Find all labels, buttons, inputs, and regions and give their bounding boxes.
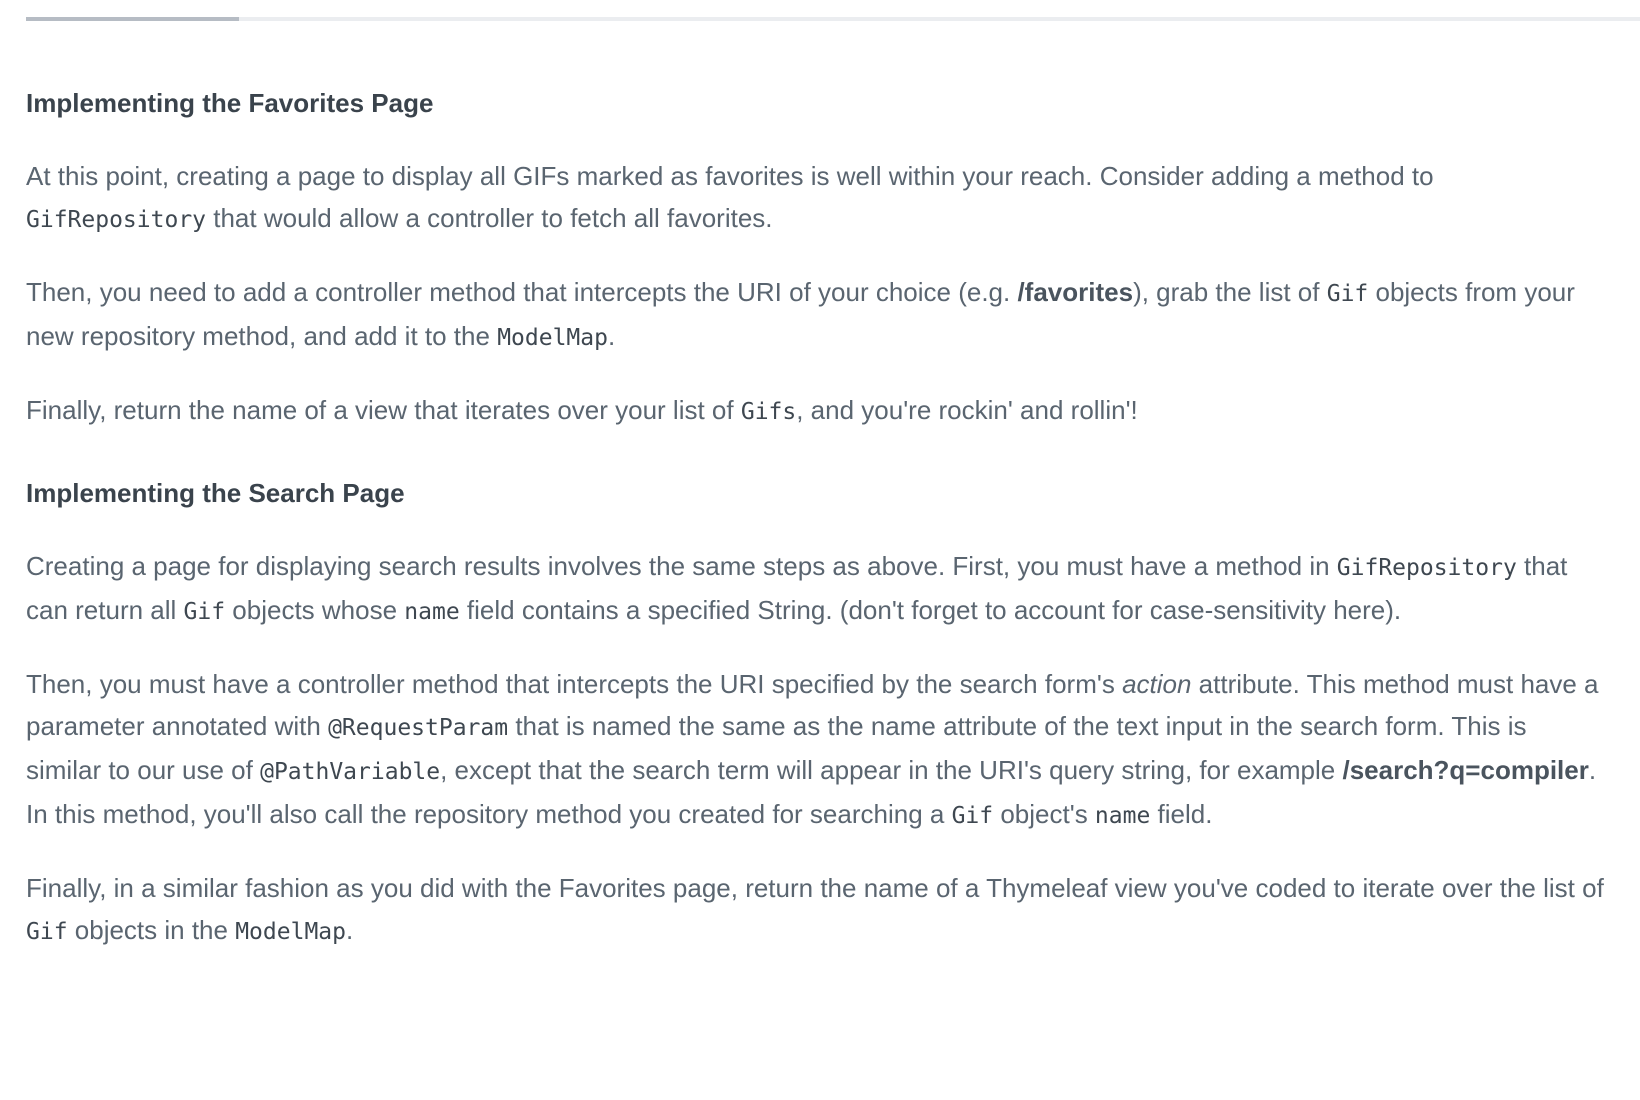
text: field contains a specified String. (don'… xyxy=(459,595,1402,625)
favorites-paragraph-2: Then, you need to add a controller metho… xyxy=(26,271,1606,359)
code-gifs: Gifs xyxy=(740,399,797,425)
text: Creating a page for displaying search re… xyxy=(26,551,1337,581)
section-heading-search: Implementing the Search Page xyxy=(26,478,405,508)
code-modelmap: ModelMap xyxy=(235,919,346,945)
favorites-paragraph-1: At this point, creating a page to displa… xyxy=(26,155,1606,241)
emphasis-action: action xyxy=(1122,669,1192,699)
code-gifrepository: GifRepository xyxy=(1336,555,1517,581)
code-name: name xyxy=(1094,803,1151,829)
code-gif: Gif xyxy=(183,599,226,625)
code-name: name xyxy=(404,599,460,625)
code-gif: Gif xyxy=(951,803,994,829)
code-gifrepository: GifRepository xyxy=(26,207,207,233)
progress-bar xyxy=(26,17,1640,21)
code-pathvariable: @PathVariable xyxy=(260,759,441,785)
text: ), grab the list of xyxy=(1133,277,1327,307)
code-gif: Gif xyxy=(26,919,68,945)
uri-search-example: /search?q=compiler xyxy=(1342,755,1589,785)
text: At this point, creating a page to displa… xyxy=(26,161,1434,191)
text: objects in the xyxy=(67,915,236,945)
code-requestparam: @RequestParam xyxy=(328,715,509,741)
text: Finally, return the name of a view that … xyxy=(26,395,741,425)
text: Finally, in a similar fashion as you did… xyxy=(26,873,1604,903)
text: . xyxy=(345,915,354,945)
text: objects whose xyxy=(225,595,405,625)
section-heading-favorites: Implementing the Favorites Page xyxy=(26,88,434,118)
progress-bar-fill xyxy=(26,17,240,21)
uri-favorites: /favorites xyxy=(1017,277,1134,307)
search-paragraph-3: Finally, in a similar fashion as you did… xyxy=(26,867,1606,953)
text: , and you're rockin' and rollin'! xyxy=(796,395,1138,425)
text: object's xyxy=(993,799,1095,829)
text: Then, you need to add a controller metho… xyxy=(26,277,1018,307)
code-gif: Gif xyxy=(1326,281,1369,307)
favorites-paragraph-3: Finally, return the name of a view that … xyxy=(26,389,1606,433)
article-content: Implementing the Favorites Page At this … xyxy=(26,85,1606,953)
code-modelmap: ModelMap xyxy=(497,325,608,351)
text: . xyxy=(607,321,616,351)
search-paragraph-1: Creating a page for displaying search re… xyxy=(26,545,1606,633)
text: Then, you must have a controller method … xyxy=(26,669,1123,699)
search-paragraph-2: Then, you must have a controller method … xyxy=(26,663,1606,837)
text: field. xyxy=(1150,799,1213,829)
text: , except that the search term will appea… xyxy=(440,755,1343,785)
text: that would allow a controller to fetch a… xyxy=(206,203,773,233)
